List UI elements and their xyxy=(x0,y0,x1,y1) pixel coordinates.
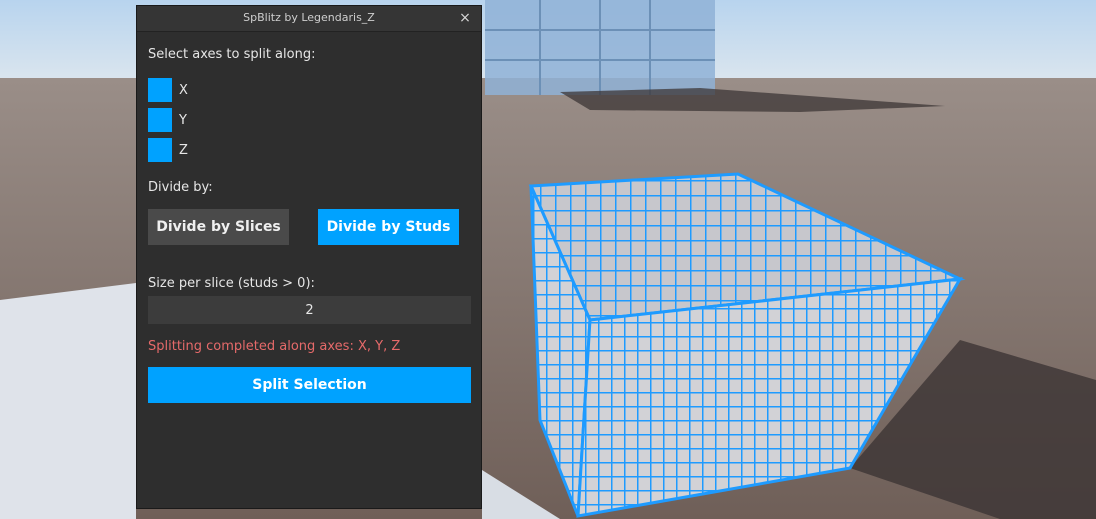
checkbox-z[interactable] xyxy=(148,138,172,162)
divide-by-slices-button[interactable]: Divide by Slices xyxy=(148,209,289,245)
size-label: Size per slice (studs > 0): xyxy=(148,276,315,291)
axis-label-x: X xyxy=(179,83,188,98)
axis-label-y: Y xyxy=(179,113,187,128)
divide-by-studs-button[interactable]: Divide by Studs xyxy=(318,209,459,245)
size-per-slice-input[interactable] xyxy=(148,296,471,324)
titlebar[interactable]: SpBlitz by Legendaris_Z × xyxy=(137,6,481,32)
checkbox-y[interactable] xyxy=(148,108,172,132)
spblitz-panel: SpBlitz by Legendaris_Z × Select axes to… xyxy=(136,5,482,509)
baseplate xyxy=(0,283,136,519)
axis-label-z: Z xyxy=(179,143,188,158)
window-title: SpBlitz by Legendaris_Z xyxy=(243,11,375,24)
close-icon[interactable]: × xyxy=(458,9,472,27)
divide-heading: Divide by: xyxy=(148,180,213,195)
checkbox-x[interactable] xyxy=(148,78,172,102)
axes-heading: Select axes to split along: xyxy=(148,47,316,62)
status-message: Splitting completed along axes: X, Y, Z xyxy=(148,339,401,354)
split-selection-button[interactable]: Split Selection xyxy=(148,367,471,403)
